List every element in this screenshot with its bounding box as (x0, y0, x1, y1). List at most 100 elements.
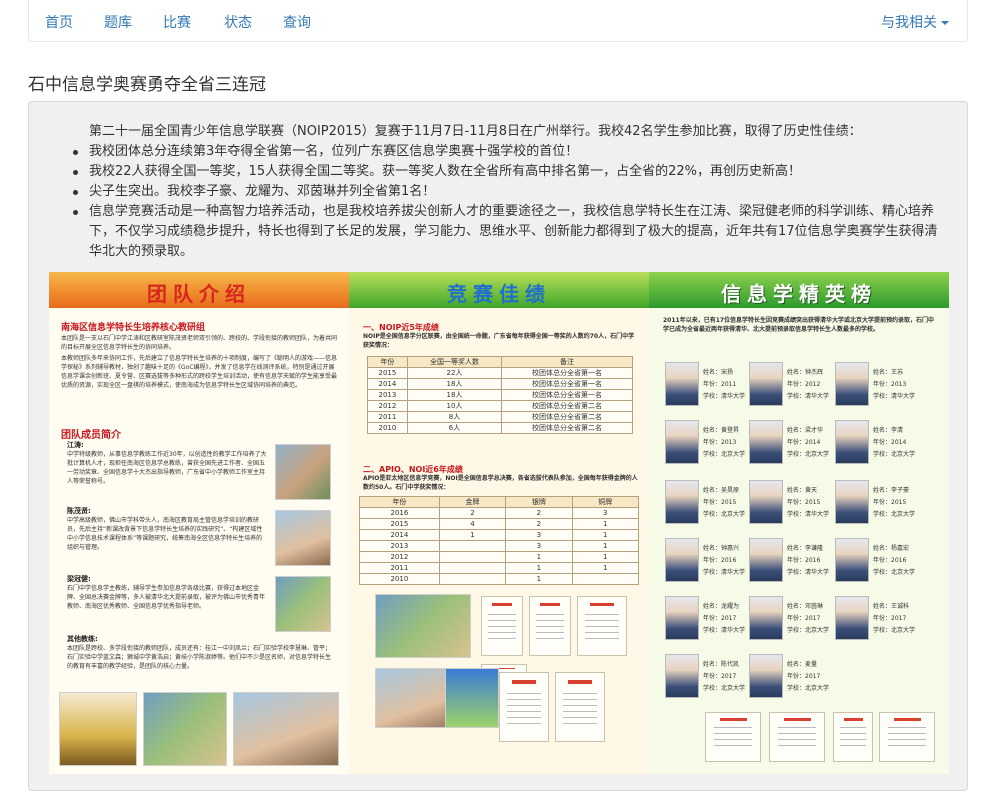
member-name: 江涛: (67, 441, 84, 449)
section-desc: APIO是亚太地区信息学竞赛，NOI是全国信息学总决赛，各省选拔代表队参加，全国… (363, 475, 638, 491)
table-cell: 2010 (367, 422, 408, 434)
student-year: 年份：2014 (873, 439, 907, 446)
teacher-photo (275, 510, 331, 566)
table-cell: 18人 (406, 378, 503, 390)
table-cell: 1 (571, 529, 640, 541)
panel-heading: 南海区信息学特长生培养核心教研组 (61, 323, 206, 333)
table-cell: 1 (571, 551, 640, 563)
student-year: 年份：2017 (873, 615, 907, 622)
caret-down-icon (941, 21, 949, 25)
team-body-2: 本教师团队多年来协同工作，先后建立了信息学特长生培养的十项制度，编写了《聪明人的… (61, 355, 338, 389)
nav-status[interactable]: 状态 (224, 12, 252, 32)
teacher-photo (275, 444, 331, 500)
table-cell: 2016 (359, 507, 440, 519)
student-portrait (749, 420, 783, 464)
table-cell: 校团体总分全省第二名 (501, 411, 633, 423)
nav-home[interactable]: 首页 (45, 12, 73, 32)
student-school: 学校：北京大学 (873, 569, 916, 576)
student-school: 学校：北京大学 (703, 685, 746, 692)
table-cell (438, 573, 507, 585)
table-cell: 18人 (406, 389, 503, 401)
student-school: 学校：北京大学 (873, 511, 916, 518)
table-row: 2015 4 2 1 (359, 518, 640, 530)
elite-intro: 2011年以来，已有17位信息学特长生因竞赛成绩突出获得清华大学或北京大学提前预… (663, 317, 935, 333)
certificate-image (833, 712, 873, 762)
table-cell: 2015 (367, 367, 408, 379)
student-year: 年份：2015 (703, 499, 737, 506)
student-name: 姓名：邓茵琳 (787, 603, 824, 610)
student-name: 姓名：黄登昇 (703, 427, 740, 434)
article-intro: 第二十一届全国青少年信息学联赛（NOIP2015）复赛于11月7日-11月8日在… (89, 124, 862, 139)
table-cell: 2013 (359, 540, 440, 552)
student-portrait (749, 538, 783, 582)
nav-contests[interactable]: 比赛 (163, 12, 191, 32)
list-item: 信息学竞赛活动是一种高智力培养活动，也是我校培养拔尖创新人才的重要途径之一，我校… (69, 202, 949, 262)
certificate-image (481, 596, 523, 656)
table-cell: 2014 (367, 378, 408, 390)
student-school: 学校：北京大学 (703, 451, 746, 458)
student-name: 姓名：吴昊原 (703, 487, 740, 494)
certificate-image (577, 596, 627, 656)
table-cell: 校团体总分全省第一名 (501, 389, 633, 401)
list-item: 我校22人获得全国一等奖，15人获得全国二等奖。获一等奖人数在全省所有高中排名第… (69, 162, 949, 182)
student-school: 学校：北京大学 (873, 451, 916, 458)
page-title: 石中信息学奥赛勇夺全省三连冠 (28, 75, 266, 95)
student-portrait (665, 596, 699, 640)
student-school: 学校：北京大学 (787, 685, 830, 692)
table-row: 2011 1 1 (359, 562, 640, 574)
student-portrait (665, 538, 699, 582)
student-name: 姓名：麦量 (787, 661, 818, 668)
table-header: 金牌 (438, 496, 507, 508)
table-cell: 3 (505, 540, 573, 552)
student-school: 学校：北京大学 (703, 511, 746, 518)
table-header: 备注 (501, 356, 633, 368)
noip-results-table: 年份 全国一等奖人数 备注 2015 22人 校团体总分全省第一名 2014 18人校… (367, 356, 633, 434)
student-name: 姓名：李子豪 (873, 487, 910, 494)
student-name: 姓名：钟杰辉 (787, 369, 824, 376)
student-school: 学校：清华大学 (787, 569, 830, 576)
table-row: 2016 2 2 3 (359, 507, 640, 519)
student-year: 年份：2016 (787, 557, 821, 564)
campus-photo (375, 594, 471, 658)
student-name: 姓名：李清 (873, 427, 904, 434)
table-cell: 2013 (367, 389, 408, 401)
nav-problems[interactable]: 题库 (104, 12, 132, 32)
student-name: 姓名：宋扬 (703, 369, 734, 376)
member-name: 陈茂贤: (67, 507, 91, 515)
table-cell (571, 573, 640, 585)
list-item: 尖子生突出。我校李子豪、龙耀为、邓茵琳并列全省第1名！ (69, 182, 949, 202)
panel-title: 团队介绍 (147, 282, 251, 306)
student-year: 年份：2015 (787, 499, 821, 506)
table-cell: 1 (571, 540, 640, 552)
student-portrait (835, 362, 869, 406)
table-header: 年份 (359, 496, 440, 508)
table-cell: 校团体总分全省第二名 (501, 400, 633, 412)
student-name: 姓名：陈代凯 (703, 661, 740, 668)
member-desc: 石门中学信息学主教练，辅导学生参加信息学各级比赛，获得过本地区金牌、全国总决赛金… (67, 585, 266, 610)
table-row: 2012 1 1 (359, 551, 640, 563)
group-photo (143, 692, 227, 766)
student-year: 年份：2016 (873, 557, 907, 564)
table-cell (438, 562, 507, 574)
table-row: 2010 1 (359, 573, 640, 585)
table-cell: 2011 (359, 562, 440, 574)
top-navbar: 首页 题库 比赛 状态 查询 与我相关 (28, 0, 968, 42)
nav-query[interactable]: 查询 (283, 12, 311, 32)
student-portrait (835, 480, 869, 524)
poster-panel-team: 团队介绍 南海区信息学特长生培养核心教研组 本团队是一支以石门中学江涛和区教研室… (49, 272, 349, 774)
student-portrait (835, 538, 869, 582)
student-year: 年份：2014 (787, 439, 821, 446)
member-name: 其他教练: (67, 635, 98, 643)
table-header: 全国一等奖人数 (406, 356, 503, 368)
table-cell: 校团体总分全省第二名 (501, 422, 633, 434)
certificate-image (879, 712, 935, 762)
certificate-image (499, 672, 549, 742)
table-cell: 8人 (406, 411, 503, 423)
certificate-image (769, 712, 825, 762)
table-cell: 校团体总分全省第一名 (501, 378, 633, 390)
nav-user-dropdown[interactable]: 与我相关 (881, 12, 949, 32)
table-cell: 2 (505, 518, 573, 530)
group-photo (233, 692, 339, 766)
team-body: 本团队是一支以石门中学江涛和区教研室陈茂贤老师双引领的、跨校的、学段衔接的教师团… (61, 335, 338, 351)
table-cell: 2 (438, 507, 507, 519)
